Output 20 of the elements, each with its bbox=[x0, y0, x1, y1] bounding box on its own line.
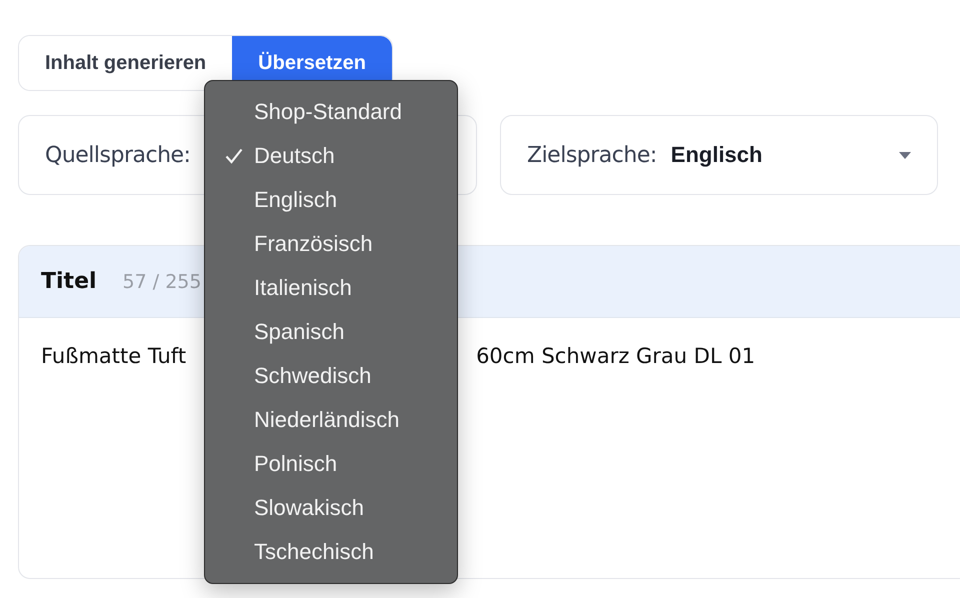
menu-item[interactable]: Tschechisch bbox=[205, 530, 457, 574]
caret-icon bbox=[899, 152, 911, 158]
menu-item[interactable]: Italienisch bbox=[205, 266, 457, 310]
menu-item[interactable]: Deutsch bbox=[205, 134, 457, 178]
menu-item[interactable]: Shop-Standard bbox=[205, 90, 457, 134]
target-language-select[interactable]: Zielsprache: Englisch bbox=[500, 115, 938, 195]
select-label: Quellsprache: bbox=[45, 142, 190, 168]
select-value: Englisch bbox=[670, 142, 764, 168]
title-text: Fußmatte Tuft bbox=[41, 344, 186, 368]
menu-item[interactable]: Polnisch bbox=[205, 442, 457, 486]
menu-item[interactable]: Spanisch bbox=[205, 310, 457, 354]
character-count: 57 / 255 bbox=[122, 270, 202, 292]
select-label: Zielsprache: bbox=[527, 142, 657, 168]
field-title: Titel bbox=[41, 269, 97, 294]
menu-item[interactable]: Englisch bbox=[205, 178, 457, 222]
menu-item[interactable]: Französisch bbox=[205, 222, 457, 266]
title-text: 60cm Schwarz Grau DL 01 bbox=[476, 344, 756, 368]
menu-item[interactable]: Schwedisch bbox=[205, 354, 457, 398]
menu-item[interactable]: Niederländisch bbox=[205, 398, 457, 442]
menu-item[interactable]: Slowakisch bbox=[205, 486, 457, 530]
